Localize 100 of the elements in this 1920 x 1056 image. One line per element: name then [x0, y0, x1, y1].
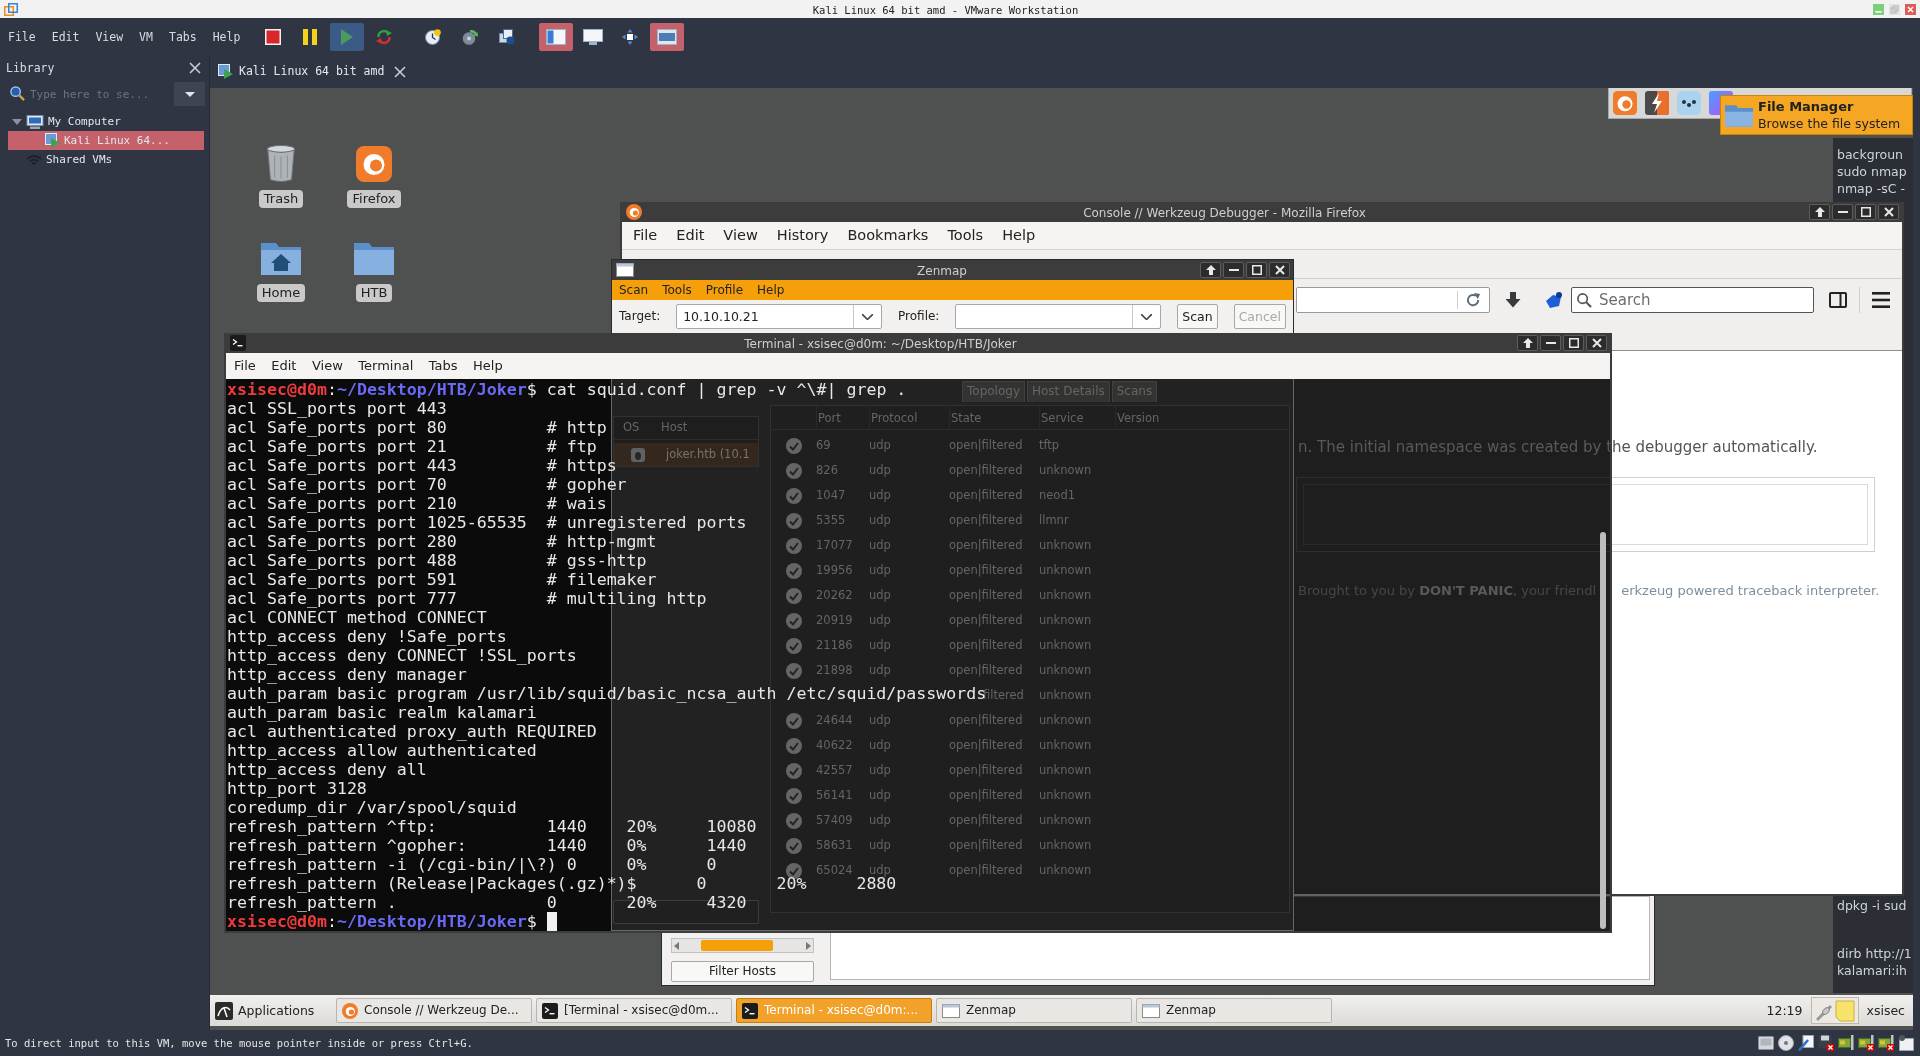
- menu-item[interactable]: Terminal: [358, 358, 414, 374]
- menu-item[interactable]: Help: [1002, 226, 1036, 245]
- table-cell-text: udp: [869, 813, 892, 828]
- terminal-line: sudo nmap: [1837, 163, 1907, 180]
- menu-item[interactable]: Help: [212, 28, 241, 45]
- applications-button[interactable]: Applications: [213, 998, 326, 1023]
- task-button[interactable]: Console // Werkzeug De...: [336, 998, 532, 1023]
- minimize-button[interactable]: [1223, 262, 1244, 278]
- download-icon[interactable]: [1505, 292, 1521, 308]
- disc-icon[interactable]: [1778, 1035, 1794, 1051]
- thumbnails-button[interactable]: [650, 22, 685, 51]
- expansion-card-icon[interactable]: [1878, 1035, 1894, 1051]
- dotted-tile-icon[interactable]: [1677, 91, 1701, 115]
- table-cell-text: udp: [869, 613, 892, 628]
- expansion-card-icon[interactable]: [1838, 1035, 1854, 1051]
- terminal-line: dpkg -i sud: [1837, 897, 1907, 914]
- menu-item[interactable]: VM: [139, 28, 153, 45]
- menu-item[interactable]: Edit: [271, 358, 297, 374]
- desktop-shortcut[interactable]: Firefox: [331, 144, 417, 208]
- reload-icon[interactable]: [1466, 292, 1481, 308]
- desktop-shortcut[interactable]: HTB: [331, 238, 417, 302]
- minimize-button[interactable]: [1540, 335, 1561, 351]
- maximize-button[interactable]: [1563, 335, 1584, 351]
- horizontal-scrollbar[interactable]: [671, 938, 814, 953]
- menu-item[interactable]: Edit: [51, 28, 80, 45]
- play-button[interactable]: [330, 22, 365, 51]
- panel-title: Library: [6, 62, 55, 76]
- keep-above-button[interactable]: [1200, 262, 1221, 278]
- note-icon[interactable]: [1898, 1035, 1914, 1051]
- check-circle-icon: [785, 462, 802, 479]
- keep-above-button[interactable]: [1517, 335, 1538, 351]
- menu-item[interactable]: View: [95, 28, 124, 45]
- menu-item[interactable]: Edit: [676, 226, 705, 245]
- close-icon[interactable]: [1905, 3, 1916, 15]
- window-title: Terminal - xsisec@d0m: ~/Desktop/HTB/Joker: [744, 337, 1017, 352]
- table-cell-text: unknown: [1039, 638, 1093, 653]
- floppy-icon[interactable]: [1818, 1035, 1834, 1051]
- scrollbar-thumb[interactable]: [701, 940, 773, 951]
- terminal-line: http_access deny CONNECT !SSL_ports: [227, 646, 577, 665]
- scrollbar-thumb[interactable]: [1600, 532, 1606, 929]
- table-cell-text: unknown: [1039, 463, 1093, 478]
- extension-icon[interactable]: [1545, 292, 1563, 308]
- menu-item[interactable]: File: [8, 28, 36, 45]
- lightning-icon[interactable]: [1645, 91, 1669, 115]
- menu-item[interactable]: File: [234, 358, 256, 374]
- table-cell-text: unknown: [1039, 563, 1093, 578]
- close-icon: [1274, 265, 1285, 275]
- task-button[interactable]: Zenmap: [936, 998, 1132, 1023]
- vm-tab[interactable]: Kali Linux 64 bit amd: [218, 64, 407, 79]
- menu-item[interactable]: Help: [473, 358, 503, 374]
- close-button[interactable]: [1878, 204, 1899, 220]
- menu-item[interactable]: Bookmarks: [847, 226, 929, 245]
- task-button[interactable]: [Terminal - xsisec@d0m...: [536, 998, 732, 1023]
- sidebar-button[interactable]: [539, 22, 574, 51]
- sidebar-icon[interactable]: [1829, 292, 1847, 308]
- menu-item[interactable]: Tools: [947, 226, 984, 245]
- task-button[interactable]: Zenmap: [1136, 998, 1332, 1023]
- terminal-line: acl Safe_ports port 591 # filemaker: [227, 570, 657, 589]
- menu-item[interactable]: Tabs: [428, 358, 458, 374]
- table-cell-text: udp: [869, 563, 892, 578]
- tree-item[interactable]: Shared VMs: [8, 150, 204, 169]
- column-header: Service: [1039, 406, 1115, 430]
- action-button[interactable]: Scan: [1177, 304, 1218, 329]
- desktop-shortcut[interactable]: Trash: [238, 144, 324, 208]
- maximize-button[interactable]: [1246, 262, 1267, 278]
- dropdown-button[interactable]: [174, 82, 205, 106]
- tree-item[interactable]: My Computer: [8, 112, 204, 131]
- table-cell: open|filtered: [949, 537, 1023, 552]
- maximize-button[interactable]: [1855, 204, 1876, 220]
- terminal-line: kalamari:ih: [1837, 962, 1907, 979]
- keep-above-button[interactable]: [1809, 204, 1830, 220]
- target-combo[interactable]: 10.10.10.21: [676, 304, 883, 329]
- minimize-button[interactable]: [1832, 204, 1853, 220]
- filter-hosts-button[interactable]: Filter Hosts: [671, 961, 814, 982]
- user-name[interactable]: xsisec: [1866, 1003, 1905, 1018]
- table-cell: open|filtered: [949, 637, 1023, 652]
- field-label: Profile:: [898, 309, 940, 324]
- menu-item[interactable]: Profile: [705, 282, 744, 298]
- close-button[interactable]: [1586, 335, 1607, 351]
- terminal-line: acl Safe_ports port 70 # gopher: [227, 475, 627, 494]
- table-cell-text: udp: [869, 588, 892, 603]
- minimize-icon: [1228, 269, 1239, 271]
- menu-icon[interactable]: [1872, 292, 1890, 308]
- menu-item[interactable]: View: [723, 226, 758, 245]
- menu-item[interactable]: Tabs: [168, 28, 197, 45]
- url-field[interactable]: [1296, 287, 1490, 313]
- menu-item[interactable]: Scan: [619, 282, 649, 298]
- menu-item[interactable]: View: [311, 358, 343, 374]
- table-cell: open|filtered: [949, 462, 1023, 477]
- browser-icon[interactable]: [1613, 91, 1637, 115]
- search-field[interactable]: Search: [1571, 287, 1814, 313]
- close-button[interactable]: [1269, 262, 1290, 278]
- menu-item[interactable]: History: [776, 226, 829, 245]
- menu-item[interactable]: File: [633, 226, 658, 245]
- menu-item[interactable]: Tools: [662, 282, 692, 298]
- pen-icon[interactable]: [1798, 1035, 1814, 1051]
- expansion-card-icon[interactable]: [1858, 1035, 1874, 1051]
- menu-item[interactable]: Help: [757, 282, 785, 298]
- search-field[interactable]: Type here to se...: [8, 82, 172, 106]
- desktop-shortcut[interactable]: Home: [238, 238, 324, 302]
